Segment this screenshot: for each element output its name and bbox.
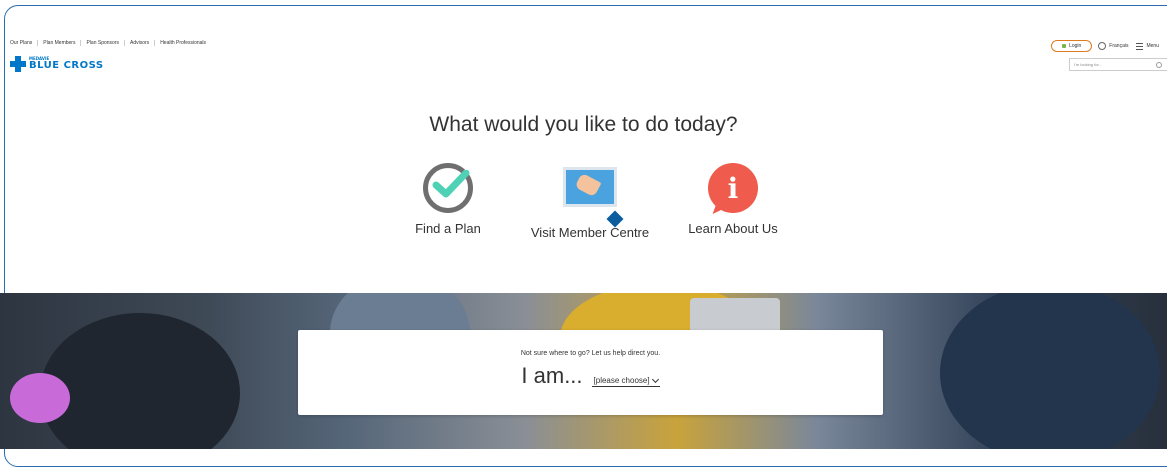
search-icon[interactable] [1156,62,1162,68]
top-navigation: Our Plans Plan Members Plan Sponsors Adv… [10,40,211,46]
medavie-blue-cross-logo[interactable]: MEDAVIE BLUE CROSS [10,56,104,72]
hamburger-icon [1136,42,1144,50]
visit-member-centre-option[interactable]: Visit Member Centre [530,163,650,240]
chevron-down-icon [651,375,659,383]
login-button[interactable]: Login [1051,40,1093,52]
page-heading: What would you like to do today? [429,113,738,136]
language-label: Français [1109,43,1129,49]
i-am-label: I am... [521,363,583,388]
cross-logo-icon [10,56,26,72]
touch-screen-icon [563,167,624,228]
direction-helper-card: Not sure where to go? Let us help direct… [298,330,883,415]
learn-about-us-option[interactable]: i Learn About Us [688,163,778,236]
logo-big-text: BLUE CROSS [29,60,104,71]
utility-bar: Login Français Menu [1051,40,1167,52]
search-placeholder: I'm looking for... [1074,62,1102,67]
search-input[interactable]: I'm looking for... [1069,58,1167,71]
helper-hint: Not sure where to go? Let us help direct… [520,350,661,357]
info-bubble-icon: i [708,163,758,213]
globe-icon [1098,42,1107,50]
menu-button[interactable]: Menu [1136,42,1159,50]
menu-label: Menu [1146,43,1159,49]
nav-health-professionals[interactable]: Health Professionals [154,40,211,46]
nav-plan-sponsors[interactable]: Plan Sponsors [80,40,124,46]
nav-advisors[interactable]: Advisors [124,40,154,46]
find-a-plan-label: Find a Plan [415,221,481,236]
nav-plan-members[interactable]: Plan Members [37,40,80,46]
find-a-plan-option[interactable]: Find a Plan [413,163,483,236]
learn-about-us-label: Learn About Us [688,221,778,236]
check-circle-icon [423,163,473,213]
role-select-value: [please choose] [593,376,650,385]
visit-member-centre-label: Visit Member Centre [530,225,650,240]
nav-our-plans[interactable]: Our Plans [10,40,37,46]
lock-icon [1062,44,1067,48]
role-select[interactable]: [please choose] [591,375,660,387]
login-label: Login [1069,43,1082,49]
language-toggle[interactable]: Français [1098,42,1128,50]
